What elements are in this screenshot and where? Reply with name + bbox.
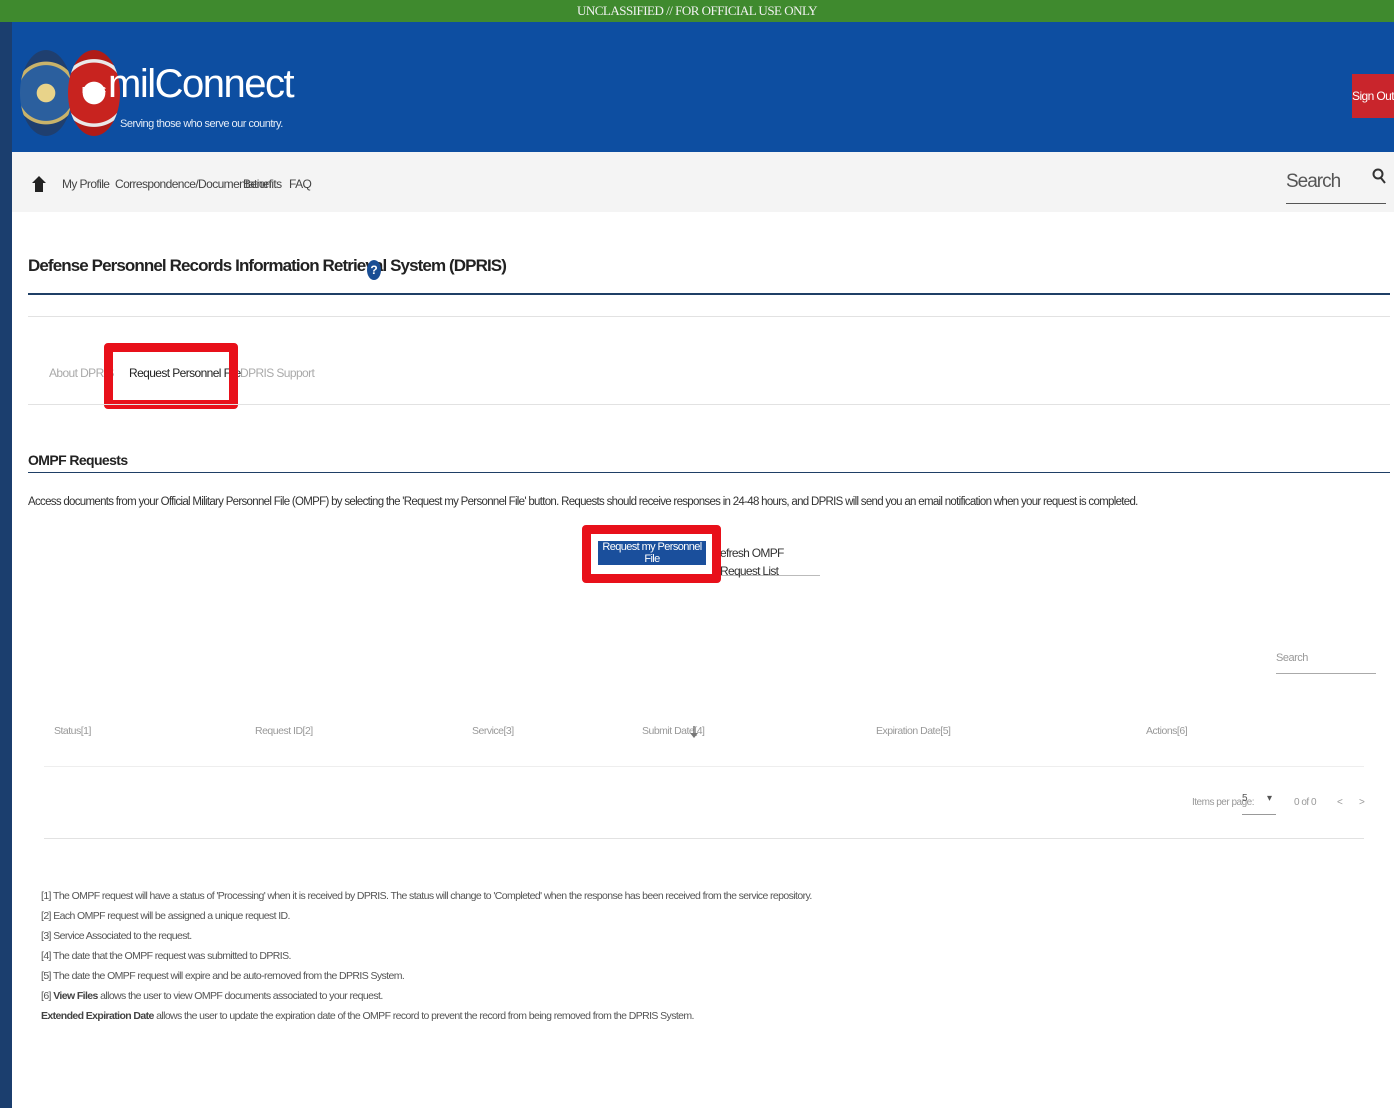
tab-dpris-support[interactable]: DPRIS Support xyxy=(240,366,315,380)
nav-item-benefits[interactable]: Benefits xyxy=(243,177,282,191)
items-per-page-value: 5 xyxy=(1242,793,1248,804)
sign-out-button[interactable]: Sign Out xyxy=(1352,74,1394,118)
previous-page-button[interactable]: < xyxy=(1337,797,1343,808)
refresh-request-list-button[interactable]: efresh OMPF Request List xyxy=(716,544,820,578)
column-header-actions[interactable]: Actions[6] xyxy=(1146,725,1188,737)
footnote-2: [2] Each OMPF request will be assigned a… xyxy=(41,910,290,922)
footnote-6: [6] View Files allows the user to view O… xyxy=(41,990,383,1002)
footnote-1: [1] The OMPF request will have a status … xyxy=(41,890,812,902)
help-icon[interactable]: ? xyxy=(367,260,381,280)
search-icon[interactable] xyxy=(1372,168,1386,184)
column-header-expiration-date[interactable]: Expiration Date[5] xyxy=(876,725,951,737)
tabs-divider xyxy=(28,404,1390,405)
dropdown-arrow-icon: ▾ xyxy=(1266,793,1272,804)
footnote-6-text: allows the user to view OMPF documents a… xyxy=(97,990,383,1002)
footnote-6-term: View Files xyxy=(53,990,98,1002)
footnote-3: [3] Service Associated to the request. xyxy=(41,930,192,942)
nav-item-my-profile[interactable]: My Profile xyxy=(62,177,110,191)
column-header-status[interactable]: Status[1] xyxy=(54,725,91,737)
column-header-request-id[interactable]: Request ID[2] xyxy=(255,725,313,737)
home-icon[interactable] xyxy=(32,176,46,192)
page-title: Defense Personnel Records Information Re… xyxy=(28,256,507,275)
ompf-intro-text: Access documents from your Official Mili… xyxy=(28,496,1138,508)
ompf-divider xyxy=(28,472,1390,473)
tab-highlight-box xyxy=(104,343,238,409)
footnote-7-text: allows the user to update the expiration… xyxy=(153,1010,694,1022)
app-tagline: Serving those who serve our country. xyxy=(120,118,283,130)
ompf-section-title: OMPF Requests xyxy=(28,452,128,468)
table-search-field xyxy=(1276,648,1376,674)
footnote-7: Extended Expiration Date allows the user… xyxy=(41,1010,694,1022)
site-header: DMDC milConnect Serving those who serve … xyxy=(12,22,1394,152)
items-per-page-select[interactable]: 5 ▾ xyxy=(1242,793,1276,815)
nav-item-faq[interactable]: FAQ xyxy=(289,177,312,191)
footnote-5: [5] The date the OMPF request will expir… xyxy=(41,970,405,982)
pagination-range: 0 of 0 xyxy=(1294,797,1317,808)
next-page-button[interactable]: > xyxy=(1359,797,1365,808)
app-title[interactable]: milConnect xyxy=(108,62,295,107)
footnote-7-term: Extended Expiration Date xyxy=(41,1010,154,1022)
table-header-divider xyxy=(44,766,1364,767)
dod-seal-logo xyxy=(20,50,72,136)
column-header-service[interactable]: Service[3] xyxy=(472,725,514,737)
main-navbar: My Profile Correspondence/Documentation … xyxy=(12,152,1394,212)
footnote-6-prefix: [6] xyxy=(41,990,54,1002)
section-divider xyxy=(28,316,1390,317)
classification-banner: UNCLASSIFIED // FOR OFFICIAL USE ONLY xyxy=(0,0,1394,22)
button-highlight-box xyxy=(582,525,721,583)
site-search-field xyxy=(1286,164,1386,204)
sort-arrow-down-icon[interactable] xyxy=(690,726,698,738)
footnote-4: [4] The date that the OMPF request was s… xyxy=(41,950,291,962)
site-search-input[interactable] xyxy=(1286,164,1376,200)
table-search-input[interactable] xyxy=(1276,652,1366,664)
title-divider xyxy=(28,293,1390,295)
table-footer-divider xyxy=(44,838,1364,839)
